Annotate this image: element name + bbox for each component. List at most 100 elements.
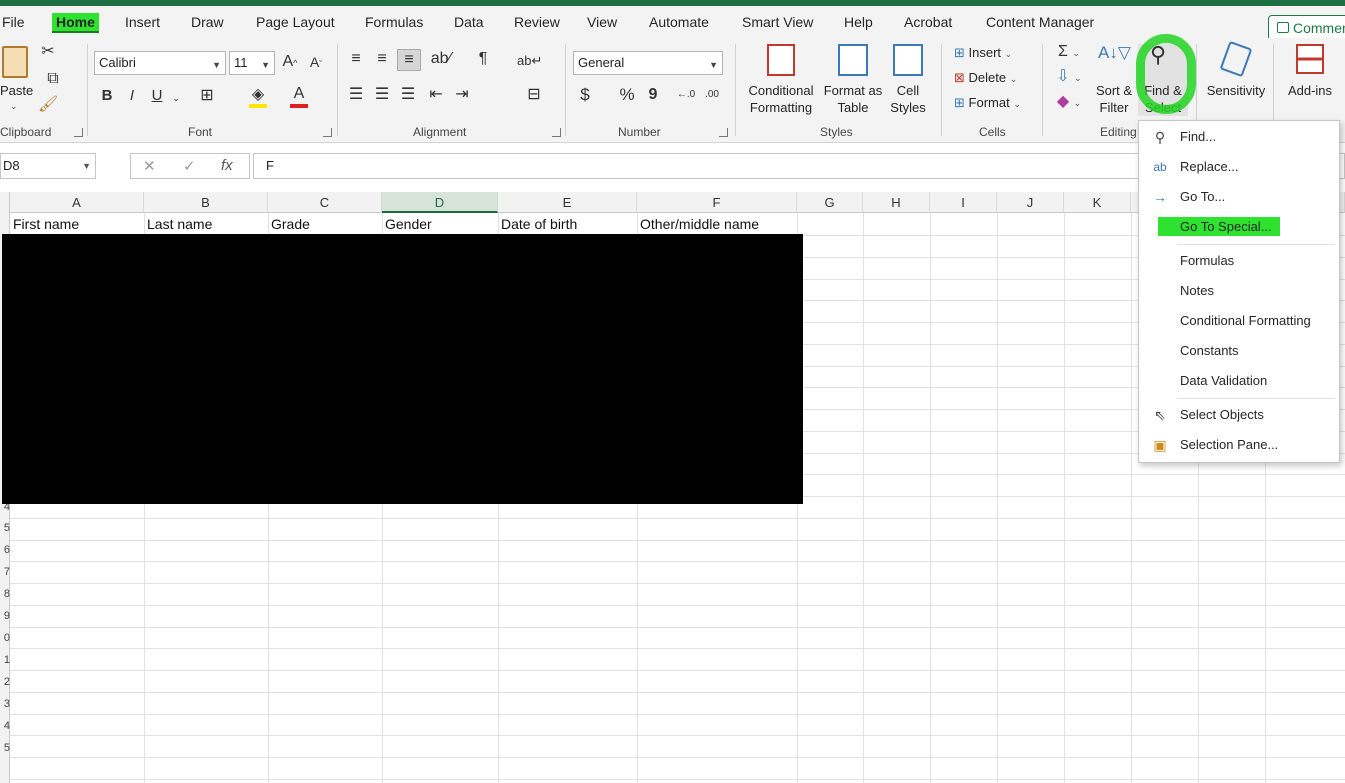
alignment-launcher-icon[interactable]	[552, 128, 561, 137]
tab-page-layout[interactable]: Page Layout	[256, 13, 335, 31]
cell-b1[interactable]: Last name	[144, 214, 268, 235]
increase-font-icon[interactable]: A^	[280, 52, 300, 73]
tab-acrobat[interactable]: Acrobat	[904, 13, 952, 31]
row-number[interactable]: 5	[0, 517, 10, 539]
currency-button[interactable]: $	[576, 85, 594, 105]
bold-button[interactable]: B	[98, 86, 116, 106]
format-painter-icon[interactable]: 🖌	[38, 95, 58, 115]
column-header-g[interactable]: G	[797, 192, 863, 213]
column-header-k[interactable]: K	[1064, 192, 1131, 213]
tab-automate[interactable]: Automate	[649, 13, 709, 31]
tab-smart-view[interactable]: Smart View	[742, 13, 813, 31]
tab-draw[interactable]: Draw	[191, 13, 224, 31]
menu-item-notes[interactable]: Notes	[1139, 277, 1339, 305]
column-header-f[interactable]: F	[637, 192, 797, 213]
column-header-a[interactable]: A	[10, 192, 144, 213]
column-header-j[interactable]: J	[997, 192, 1064, 213]
fill-color-icon[interactable]: ◈	[247, 85, 269, 108]
clipboard-launcher-icon[interactable]	[74, 128, 83, 137]
decrease-decimal-icon[interactable]: .00	[701, 85, 723, 105]
chevron-down-icon[interactable]: ⌄	[170, 88, 182, 108]
fill-icon[interactable]: ⇩ ⌄	[1054, 67, 1084, 88]
merge-center-icon[interactable]: ⊟	[517, 85, 551, 105]
row-number[interactable]: 3	[0, 693, 10, 715]
number-format-select[interactable]: General ▼	[573, 51, 723, 75]
row-number[interactable]: 5	[0, 737, 10, 759]
confirm-icon[interactable]: ✓	[183, 157, 196, 175]
borders-icon[interactable]: ⊞	[196, 86, 218, 106]
row-number[interactable]: 9	[0, 605, 10, 627]
orientation-icon[interactable]: ab⁄	[426, 49, 456, 69]
cell-c1[interactable]: Grade	[268, 214, 382, 235]
font-family-select[interactable]: Calibri ▼	[94, 51, 226, 75]
menu-item-replace[interactable]: ab Replace...	[1139, 153, 1339, 181]
tab-help[interactable]: Help	[844, 13, 873, 31]
column-header-c[interactable]: C	[268, 192, 382, 213]
menu-item-formulas[interactable]: Formulas	[1139, 247, 1339, 275]
percent-button[interactable]: %	[618, 85, 636, 105]
column-header-e[interactable]: E	[498, 192, 637, 213]
row-number[interactable]: 1	[0, 649, 10, 671]
decrease-font-icon[interactable]: Aˇ	[306, 52, 326, 74]
insert-function-icon[interactable]: fx	[221, 157, 233, 174]
align-right-icon[interactable]: ☰	[397, 85, 419, 105]
row-number[interactable]: 0	[0, 627, 10, 649]
tab-view[interactable]: View	[587, 13, 617, 31]
tab-file[interactable]: File	[2, 13, 25, 31]
number-launcher-icon[interactable]	[719, 128, 728, 137]
font-color-icon[interactable]: A	[289, 84, 309, 108]
row-number[interactable]: 8	[0, 583, 10, 605]
wrap-text-icon[interactable]: ab↵	[517, 51, 542, 71]
font-size-select[interactable]: 11 ▼	[229, 51, 275, 75]
cell-e1[interactable]: Date of birth	[498, 214, 637, 235]
font-launcher-icon[interactable]	[323, 128, 332, 137]
italic-button[interactable]: I	[124, 86, 140, 106]
align-left-icon[interactable]: ☰	[345, 85, 367, 105]
column-header-b[interactable]: B	[144, 192, 268, 213]
menu-item-selection-pane[interactable]: ▣ Selection Pane...	[1139, 431, 1339, 459]
cell-a1[interactable]: First name	[10, 214, 144, 235]
name-box[interactable]: D8 ▼	[0, 153, 96, 179]
clear-icon[interactable]: ◆ ⌄	[1054, 92, 1084, 113]
insert-cells-button[interactable]: ⊞ Insert ⌄	[954, 44, 1012, 63]
align-bottom-icon[interactable]: ≡	[397, 49, 421, 71]
copy-icon[interactable]: ⧉	[38, 69, 68, 89]
align-center-icon[interactable]: ☰	[371, 85, 393, 105]
tab-review[interactable]: Review	[514, 13, 560, 31]
cell-d1[interactable]: Gender	[382, 214, 498, 235]
decrease-indent-icon[interactable]: ⇤	[425, 85, 447, 105]
underline-button[interactable]: U	[148, 86, 166, 106]
paste-button[interactable]: Paste ⌄	[0, 44, 33, 114]
row-number[interactable]: 2	[0, 671, 10, 693]
tab-data[interactable]: Data	[454, 13, 484, 31]
row-number[interactable]: 4	[0, 715, 10, 737]
column-header-h[interactable]: H	[863, 192, 930, 213]
menu-item-conditional-formatting[interactable]: Conditional Formatting	[1139, 307, 1339, 335]
tab-formulas[interactable]: Formulas	[365, 13, 423, 31]
comma-style-button[interactable]: 9	[645, 85, 661, 105]
cancel-icon[interactable]: ✕	[143, 157, 156, 175]
menu-item-constants[interactable]: Constants	[1139, 337, 1339, 365]
cut-icon[interactable]: ✂	[38, 42, 58, 62]
tab-insert[interactable]: Insert	[125, 13, 160, 31]
format-cells-button[interactable]: ⊞ Format ⌄	[954, 94, 1021, 113]
cell-f1[interactable]: Other/middle name	[637, 214, 797, 235]
menu-item-go-to-special[interactable]: Go To Special...	[1139, 213, 1339, 241]
column-header-i[interactable]: I	[930, 192, 997, 213]
autosum-icon[interactable]: Σ ⌄	[1054, 42, 1084, 63]
menu-item-go-to[interactable]: → Go To...	[1139, 183, 1339, 211]
menu-item-data-validation[interactable]: Data Validation	[1139, 367, 1339, 395]
align-top-icon[interactable]: ≡	[345, 49, 367, 69]
increase-decimal-icon[interactable]: ←.0	[675, 85, 697, 105]
row-number[interactable]: 7	[0, 561, 10, 583]
delete-cells-button[interactable]: ⊠ Delete ⌄	[954, 69, 1017, 88]
tab-home[interactable]: Home	[52, 13, 99, 33]
menu-item-select-objects[interactable]: ⇖ Select Objects	[1139, 401, 1339, 429]
tab-content-manager[interactable]: Content Manager	[986, 13, 1094, 31]
align-middle-icon[interactable]: ≡	[371, 49, 393, 69]
row-number[interactable]: 6	[0, 539, 10, 561]
increase-indent-icon[interactable]: ⇥	[451, 85, 473, 105]
menu-item-find[interactable]: ⚲ Find...	[1139, 123, 1339, 151]
column-header-d[interactable]: D	[382, 192, 498, 213]
text-direction-icon[interactable]: ¶	[466, 49, 500, 69]
